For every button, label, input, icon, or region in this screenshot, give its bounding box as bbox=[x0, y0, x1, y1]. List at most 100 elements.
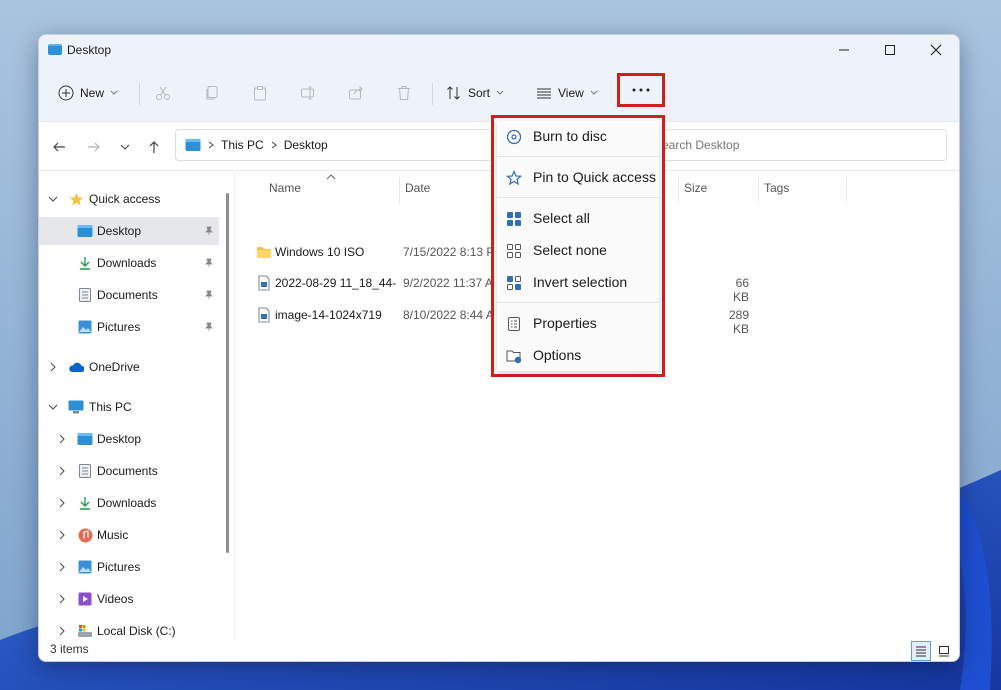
music-icon bbox=[77, 527, 93, 543]
image-file-icon bbox=[258, 275, 270, 291]
chevron-down-icon bbox=[110, 90, 118, 95]
tiles-view-icon bbox=[939, 646, 949, 657]
details-view-icon bbox=[916, 646, 926, 657]
sidebar-item-documents-pinned[interactable]: Documents bbox=[39, 281, 219, 309]
chevron-down-icon[interactable] bbox=[48, 402, 58, 412]
arrow-up-icon bbox=[149, 141, 159, 153]
menu-item-pin-quick-access[interactable]: Pin to Quick access bbox=[497, 164, 659, 192]
column-divider[interactable] bbox=[399, 177, 400, 203]
details-view-button[interactable] bbox=[911, 641, 931, 661]
sidebar-label: Quick access bbox=[89, 192, 161, 206]
share-button[interactable] bbox=[343, 80, 369, 106]
chevron-right-icon[interactable] bbox=[57, 626, 67, 636]
sidebar-item-pc-downloads[interactable]: Downloads bbox=[39, 489, 219, 517]
tiles-view-button[interactable] bbox=[934, 641, 954, 661]
sidebar-item-this-pc[interactable]: This PC bbox=[39, 393, 219, 421]
search-box[interactable] bbox=[643, 129, 947, 161]
properties-icon bbox=[506, 316, 522, 332]
navigation-pane: Quick access Desktop Downloads Documents… bbox=[39, 171, 231, 641]
sidebar-item-pc-music[interactable]: Music bbox=[39, 521, 219, 549]
sidebar-item-quick-access[interactable]: Quick access bbox=[39, 185, 219, 213]
copy-button[interactable] bbox=[199, 80, 225, 106]
paste-button[interactable] bbox=[247, 80, 273, 106]
chevron-down-icon[interactable] bbox=[48, 194, 58, 204]
view-button[interactable]: View bbox=[536, 78, 598, 108]
chevron-down-icon bbox=[590, 90, 598, 95]
menu-item-options[interactable]: Options bbox=[497, 342, 659, 370]
view-label: View bbox=[558, 86, 584, 100]
desktop-folder-icon bbox=[77, 431, 93, 447]
up-button[interactable] bbox=[143, 136, 165, 158]
menu-label: Options bbox=[533, 347, 582, 363]
chevron-right-icon[interactable] bbox=[57, 466, 67, 476]
close-button[interactable] bbox=[913, 35, 959, 65]
column-header-date[interactable]: Date bbox=[405, 181, 430, 195]
sidebar-item-pc-desktop[interactable]: Desktop bbox=[39, 425, 219, 453]
sidebar-label: OneDrive bbox=[89, 360, 140, 374]
folder-icon bbox=[257, 247, 271, 258]
file-name: Windows 10 ISO bbox=[275, 245, 365, 259]
sidebar-label: Videos bbox=[97, 592, 134, 606]
back-button[interactable] bbox=[48, 136, 70, 158]
column-header-tags[interactable]: Tags bbox=[764, 181, 789, 195]
menu-item-select-all[interactable]: Select all bbox=[497, 205, 659, 233]
chevron-right-icon[interactable] bbox=[57, 434, 67, 444]
document-icon bbox=[77, 287, 93, 303]
pin-icon bbox=[205, 258, 213, 267]
disc-icon bbox=[506, 129, 522, 145]
sidebar-item-pc-pictures[interactable]: Pictures bbox=[39, 553, 219, 581]
sort-button[interactable]: Sort bbox=[446, 78, 504, 108]
sidebar-item-downloads-pinned[interactable]: Downloads bbox=[39, 249, 219, 277]
sidebar-item-pictures-pinned[interactable]: Pictures bbox=[39, 313, 219, 341]
maximize-button[interactable] bbox=[867, 35, 913, 65]
column-header-size[interactable]: Size bbox=[684, 181, 707, 195]
desktop-location-icon bbox=[185, 139, 201, 151]
new-button[interactable]: New bbox=[58, 78, 118, 108]
sidebar-scrollbar[interactable] bbox=[226, 193, 229, 553]
sidebar-label: Pictures bbox=[97, 560, 141, 574]
file-name: 2022-08-29 11_18_44- bbox=[275, 276, 397, 290]
menu-separator bbox=[497, 197, 659, 198]
search-input[interactable] bbox=[660, 137, 924, 153]
minimize-icon bbox=[839, 49, 849, 51]
menu-label: Invert selection bbox=[533, 274, 628, 290]
chevron-right-icon[interactable] bbox=[57, 594, 67, 604]
chevron-right-icon bbox=[208, 141, 214, 149]
sidebar-item-desktop-pinned[interactable]: Desktop bbox=[39, 217, 219, 245]
column-divider[interactable] bbox=[846, 177, 847, 203]
download-arrow-icon bbox=[77, 255, 93, 271]
title-bar: Desktop bbox=[39, 35, 959, 65]
see-more-button[interactable] bbox=[617, 73, 665, 107]
chevron-right-icon[interactable] bbox=[48, 362, 58, 372]
column-divider[interactable] bbox=[758, 177, 759, 203]
sidebar-label: Documents bbox=[97, 464, 158, 478]
minimize-button[interactable] bbox=[821, 35, 867, 65]
address-segment-desktop[interactable]: Desktop bbox=[284, 138, 328, 152]
rename-button[interactable] bbox=[295, 80, 321, 106]
pin-icon bbox=[205, 226, 213, 235]
forward-button[interactable] bbox=[83, 136, 105, 158]
arrow-right-icon bbox=[88, 142, 100, 152]
recent-locations-button[interactable] bbox=[114, 136, 136, 158]
cut-button[interactable] bbox=[150, 80, 176, 106]
sidebar-item-pc-videos[interactable]: Videos bbox=[39, 585, 219, 613]
menu-item-burn-to-disc[interactable]: Burn to disc bbox=[497, 123, 659, 151]
menu-label: Select none bbox=[533, 242, 607, 258]
delete-button[interactable] bbox=[391, 80, 417, 106]
menu-item-properties[interactable]: Properties bbox=[497, 310, 659, 338]
column-header-name[interactable]: Name bbox=[269, 181, 301, 195]
menu-label: Burn to disc bbox=[533, 128, 607, 144]
column-divider[interactable] bbox=[678, 177, 679, 203]
toolbar-separator bbox=[432, 83, 433, 105]
menu-item-invert-selection[interactable]: Invert selection bbox=[497, 269, 659, 297]
chevron-right-icon[interactable] bbox=[57, 498, 67, 508]
chevron-down-icon bbox=[120, 144, 130, 150]
chevron-right-icon[interactable] bbox=[57, 562, 67, 572]
menu-label: Select all bbox=[533, 210, 590, 226]
sidebar-item-pc-documents[interactable]: Documents bbox=[39, 457, 219, 485]
menu-item-select-none[interactable]: Select none bbox=[497, 237, 659, 265]
address-segment-this-pc[interactable]: This PC bbox=[221, 138, 264, 152]
sidebar-item-onedrive[interactable]: OneDrive bbox=[39, 353, 219, 381]
sidebar-label: Local Disk (C:) bbox=[97, 624, 176, 638]
chevron-right-icon[interactable] bbox=[57, 530, 67, 540]
